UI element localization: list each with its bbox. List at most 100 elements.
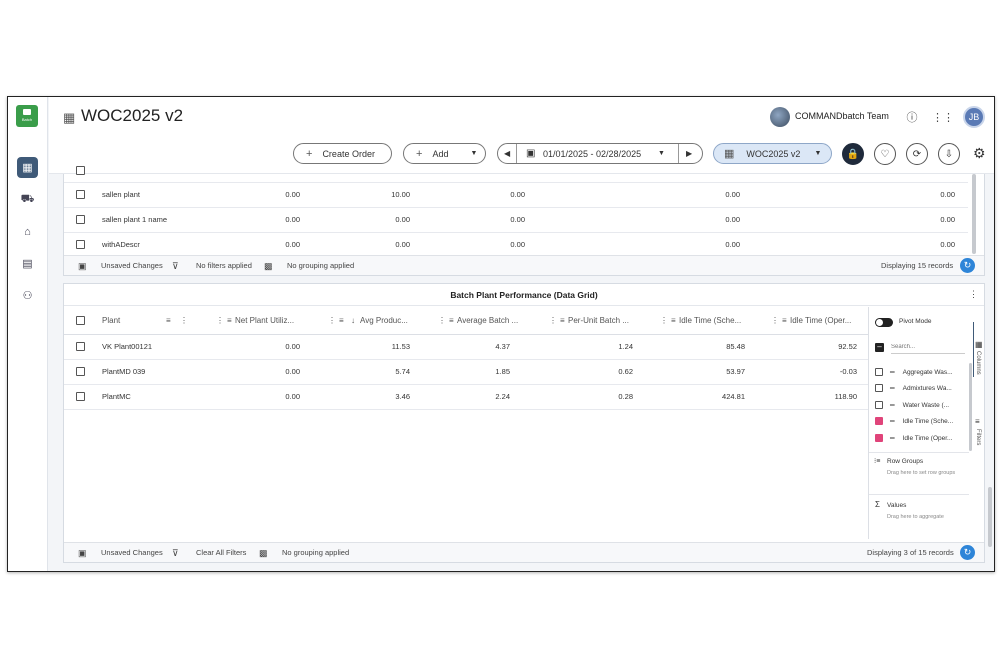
grid-header-row: Plant ≡ ⋮ ⋮ ≡ Net Plant Utiliz... ⋮ ≡ ↓ … [64,307,868,335]
team-name[interactable]: COMMANDbatch Team [795,111,889,121]
value-cell: 0.00 [510,215,525,224]
drag-handle-icon[interactable]: ═ [890,418,895,425]
row-checkbox[interactable] [76,190,85,199]
filters-tab-icon: ≡ [975,417,980,426]
clear-all-filters-button[interactable]: Clear All Filters [196,543,246,563]
row-checkbox[interactable] [76,392,85,401]
chevron-right-icon[interactable]: ▶ [686,149,692,158]
row-checkbox[interactable] [76,166,85,175]
column-menu-icon[interactable]: ⋮ [660,307,668,335]
factory-icon[interactable]: ⌂ [17,221,38,242]
column-checkbox[interactable] [875,401,883,410]
column-header-idle-time-operational[interactable]: Idle Time (Oper... [790,307,851,335]
date-range-text: 01/01/2025 - 02/28/2025 [543,148,642,159]
value-cell: 1.24 [618,342,633,351]
app-logo[interactable]: Batch [16,105,38,127]
column-item[interactable]: ═ Water Waste (... [875,400,949,416]
table-icon[interactable]: ▤ [17,253,38,274]
value-cell: -0.03 [839,367,857,376]
column-checkbox[interactable] [875,384,883,393]
column-item-label: Idle Time (Oper... [902,435,953,442]
column-menu-icon[interactable]: ⋮ [549,307,557,335]
analytics-icon[interactable]: ⚇ [17,285,38,306]
column-menu-icon[interactable]: ⋮ [771,307,779,335]
row-checkbox[interactable] [76,342,85,351]
filter-icon[interactable]: ≡ [166,307,171,335]
select-all-checkbox[interactable] [76,316,85,325]
column-checkbox[interactable] [875,417,883,426]
column-checkbox[interactable] [875,368,883,377]
column-item[interactable]: ═ Idle Time (Sche... [875,416,953,432]
filter-off-icon[interactable]: ⊽ [172,543,179,563]
tab-filters[interactable]: Filters [975,429,981,445]
column-header-avg-production[interactable]: Avg Produc... [360,307,408,335]
truck-icon[interactable]: ⛟ [17,189,38,210]
table-row[interactable]: sallen plant 1 name 0.00 0.00 0.00 0.00 … [64,208,968,233]
help-icon[interactable]: ⓘ [902,107,922,127]
column-header-idle-time-scheduled[interactable]: Idle Time (Sche... [679,307,741,335]
column-header-average-batch[interactable]: Average Batch ... [457,307,518,335]
chevron-down-icon: ▼ [814,150,822,157]
user-initials: JB [968,112,980,122]
more-options-icon[interactable]: ⋮ [969,289,978,300]
apps-grid-icon[interactable]: ⋮⋮ [932,107,954,127]
value-cell: 5.74 [395,367,410,376]
table-row[interactable]: sallen plant 0.00 10.00 0.00 0.00 0.00 [64,183,968,208]
column-item[interactable]: ═ Idle Time (Oper... [875,433,952,449]
column-header-plant[interactable]: Plant [102,307,120,335]
row-checkbox[interactable] [76,240,85,249]
page-scrollbar[interactable] [988,487,992,547]
row-checkbox[interactable] [76,215,85,224]
row-checkbox[interactable] [76,367,85,376]
table-row[interactable]: PlantMC 0.00 3.46 2.24 0.28 424.81 118.9… [64,385,868,410]
refresh-icon[interactable]: ↻ [960,545,975,560]
value-cell: 0.00 [395,240,410,249]
grid-icon: ▦ [63,110,76,125]
drag-handle-icon[interactable]: ═ [890,402,895,409]
panel-scrollbar[interactable] [969,363,972,451]
drag-handle-icon[interactable]: ═ [890,369,895,376]
value-cell: 0.00 [285,215,300,224]
table-row[interactable]: PlantMD 039 0.00 5.74 1.85 0.62 53.97 -0… [64,360,868,385]
grouping-icon: ▩ [259,548,268,558]
save-icon[interactable]: ▣ [78,543,87,563]
column-menu-icon[interactable]: ⋮ [216,307,224,335]
columns-tab-icon: ▦ [975,340,983,349]
value-cell: 3.46 [395,392,410,401]
drag-handle-icon[interactable]: ═ [890,435,895,442]
columns-tool-panel: Pivot Mode – ═ Aggregate Was... ═ Admixtur… [868,307,984,539]
column-search-input[interactable] [891,340,965,354]
table-row[interactable]: VK Plant00121 0.00 11.53 4.37 1.24 85.48… [64,335,868,360]
app-window: Batch ▦ ⛟ ⌂ ▤ ⚇ ▦ WOC2025 v2 COMMANDbatc… [7,96,995,572]
divider [869,452,969,453]
column-menu-icon[interactable]: ⋮ [438,307,446,335]
vertical-scrollbar[interactable] [972,174,976,254]
table-row[interactable] [64,158,968,183]
column-checkbox[interactable] [875,434,883,443]
column-item-label: Idle Time (Sche... [902,418,954,425]
drag-handle-icon[interactable]: ═ [890,385,895,392]
column-item[interactable]: ═ Admixtures Wa... [875,383,952,399]
chevron-left-icon[interactable]: ◀ [504,149,510,158]
user-avatar[interactable]: JB [963,106,985,128]
dashboard-icon[interactable]: ▦ [17,157,38,178]
values-drop-zone[interactable]: Drag here to aggregate [887,514,944,520]
chevron-down-icon[interactable]: ▼ [658,150,665,157]
gear-icon[interactable]: ⚙ [973,145,986,162]
pivot-mode-toggle[interactable] [875,318,893,327]
save-icon[interactable]: ▣ [78,256,87,276]
column-item[interactable]: ═ Aggregate Was... [875,367,953,383]
tab-columns[interactable]: Columns [975,351,981,375]
value-cell: 0.00 [285,392,300,401]
select-all-columns-checkbox[interactable]: – [875,343,884,352]
column-menu-icon[interactable]: ⋮ [328,307,336,335]
value-cell: 4.37 [495,342,510,351]
filters-status: No filters applied [196,261,252,270]
refresh-icon[interactable]: ↻ [960,258,975,273]
team-avatar[interactable] [770,107,790,127]
column-header-per-unit-batch[interactable]: Per-Unit Batch ... [568,307,629,335]
column-header-net-plant-utilization[interactable]: Net Plant Utiliz... [235,307,294,335]
top-data-grid: sallen plant 0.00 10.00 0.00 0.00 0.00 s… [63,166,985,276]
column-menu-icon[interactable]: ⋮ [180,307,188,335]
row-groups-drop-zone[interactable]: Drag here to set row groups [887,470,955,476]
